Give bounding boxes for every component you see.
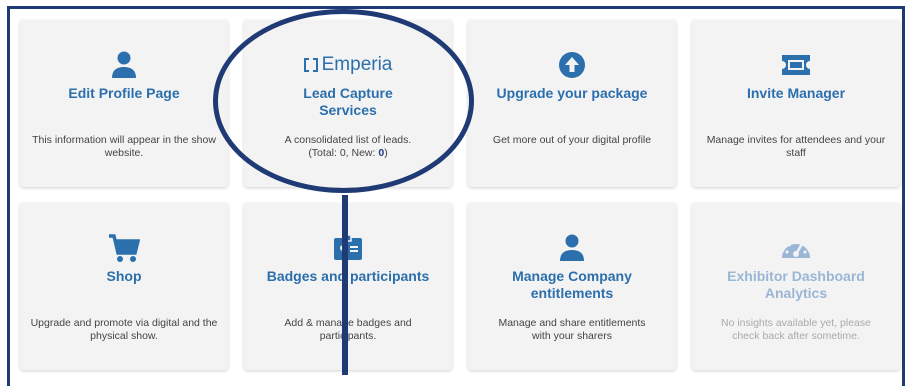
arrow-up-circle-icon bbox=[468, 50, 676, 80]
card-upgrade-package[interactable]: Upgrade your package Get more out of you… bbox=[468, 20, 676, 187]
card-title: Shop bbox=[106, 268, 142, 284]
card-exhibitor-analytics: Exhibitor Dashboard Analytics No insight… bbox=[692, 203, 900, 370]
card-edit-profile[interactable]: Edit Profile Page This information will … bbox=[20, 20, 228, 187]
card-description: Get more out of your digital profile bbox=[492, 134, 652, 146]
card-title: Invite Manager bbox=[746, 85, 846, 101]
card-title: Upgrade your package bbox=[496, 85, 648, 101]
card-title: Lead Capture Services bbox=[303, 85, 393, 118]
annotation-line bbox=[342, 195, 348, 375]
card-lead-capture[interactable]: Emperia Lead Capture Services A consolid… bbox=[244, 20, 452, 187]
card-company-entitlements[interactable]: Manage Company entitlements Manage and s… bbox=[468, 203, 676, 370]
card-title: Edit Profile Page bbox=[68, 85, 180, 101]
card-badges-participants[interactable]: Badges and participants Add & manage bad… bbox=[244, 203, 452, 370]
cart-icon bbox=[20, 233, 228, 263]
card-title: Manage Company entitlements bbox=[512, 268, 632, 301]
card-title: Badges and participants bbox=[266, 268, 430, 284]
card-description: Manage invites for attendees and your st… bbox=[706, 134, 886, 159]
card-description: No insights available yet, please check … bbox=[720, 317, 871, 342]
badge-icon bbox=[244, 233, 452, 263]
card-description: Manage and share entitlements with your … bbox=[498, 317, 646, 342]
card-invite-manager[interactable]: Invite Manager Manage invites for attend… bbox=[692, 20, 900, 187]
ticket-icon bbox=[692, 50, 900, 80]
card-description: Add & manage badges and participants. bbox=[284, 317, 412, 342]
card-title: Exhibitor Dashboard Analytics bbox=[727, 268, 865, 301]
card-shop[interactable]: Shop Upgrade and promote via digital and… bbox=[20, 203, 228, 370]
gauge-icon bbox=[692, 233, 900, 263]
card-description: This information will appear in the show… bbox=[32, 134, 216, 159]
card-description: A consolidated list of leads. (Total: 0,… bbox=[284, 134, 412, 159]
person-icon bbox=[468, 233, 676, 263]
logo-text: Emperia bbox=[321, 54, 393, 75]
person-icon bbox=[20, 50, 228, 80]
emperia-logo: Emperia bbox=[244, 50, 452, 80]
card-description: Upgrade and promote via digital and the … bbox=[30, 317, 218, 342]
